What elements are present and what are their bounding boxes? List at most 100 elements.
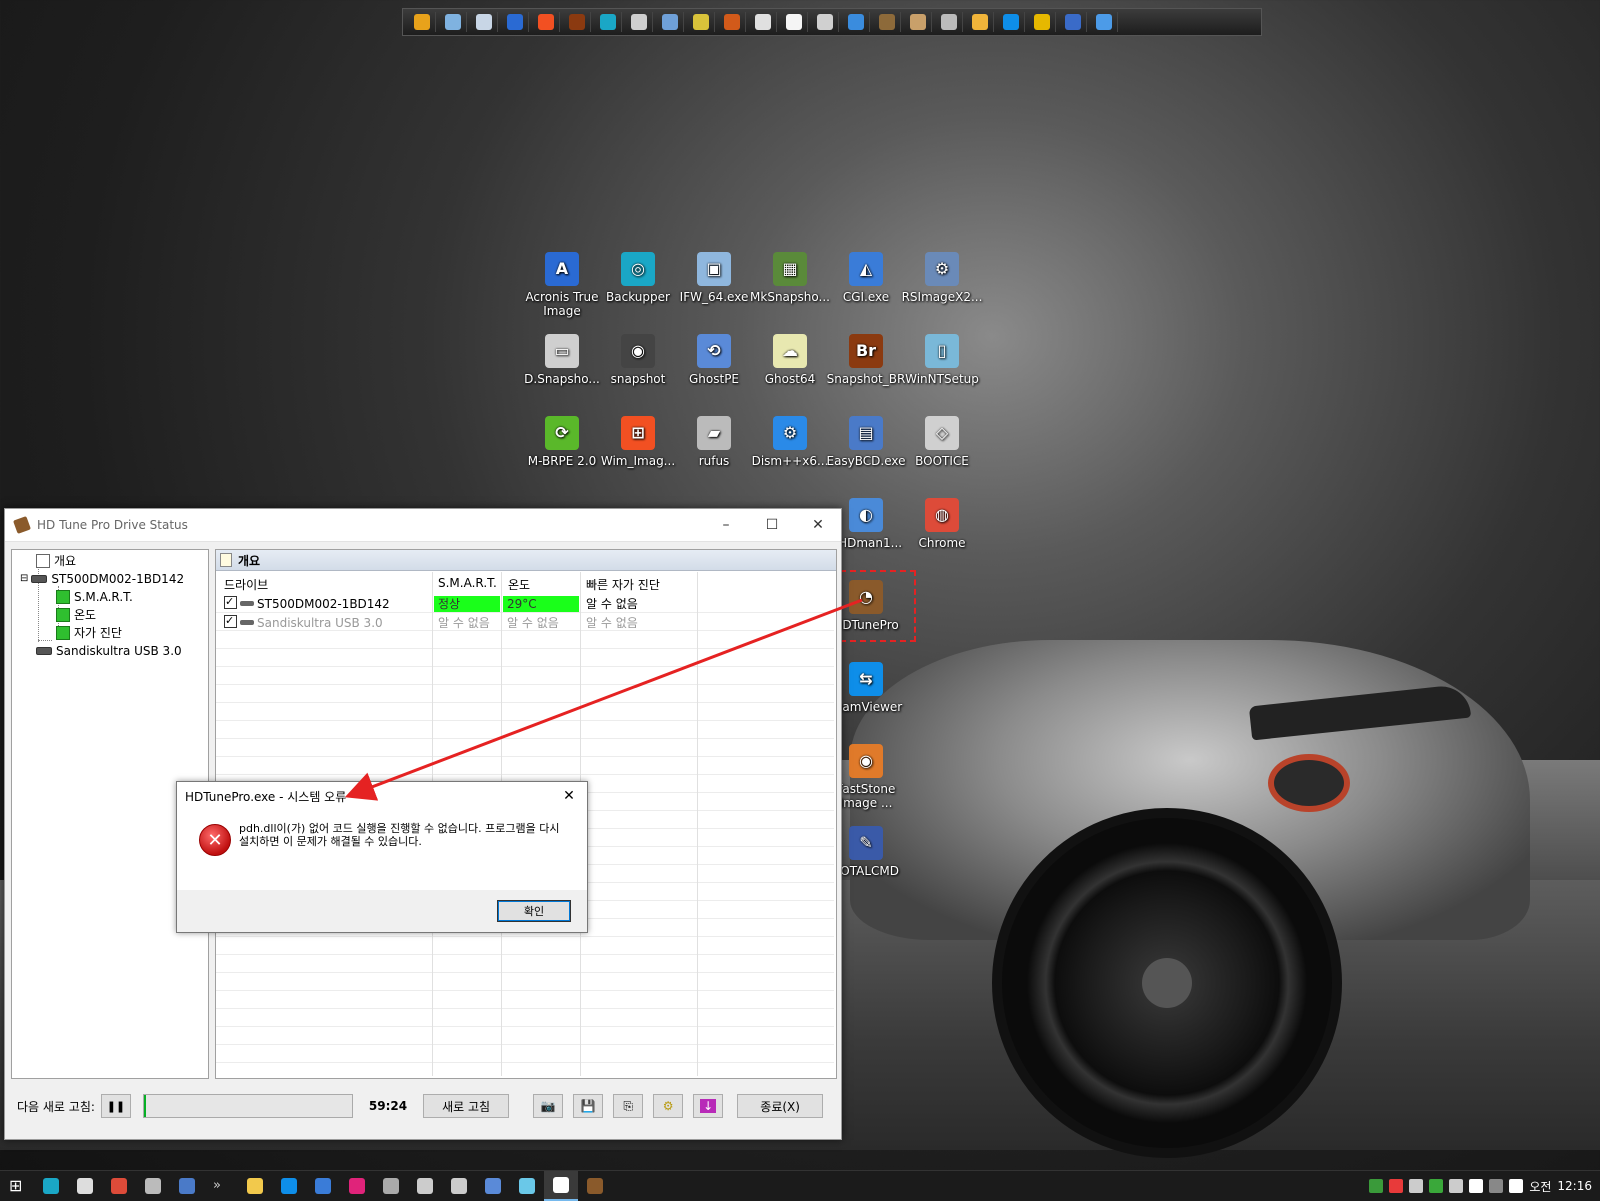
tree-item-overview[interactable]: 개요 — [36, 552, 76, 569]
desktop-icon[interactable]: ▯ WinNTSetup — [900, 334, 984, 386]
color-icon[interactable] — [1389, 1179, 1404, 1193]
quick-launch-item[interactable] — [967, 12, 994, 32]
flag-icon[interactable] — [1429, 1179, 1444, 1193]
table-row[interactable]: ST500DM002-1BD142 — [220, 594, 434, 612]
quick-launch-item[interactable] — [781, 12, 808, 32]
volume-icon[interactable] — [1469, 1179, 1484, 1193]
column-header-quick-test[interactable]: 빠른 자가 진단 — [586, 576, 660, 593]
quick-launch-item[interactable] — [998, 12, 1025, 32]
desktop-icon[interactable]: ☁ Ghost64 — [748, 334, 832, 386]
quick-launch-item[interactable] — [1060, 12, 1087, 32]
options-button[interactable]: ⚙ — [653, 1094, 684, 1118]
taskbar-item[interactable] — [510, 1171, 544, 1201]
desktop-icon[interactable]: ◉ snapshot — [596, 334, 680, 386]
download-button[interactable]: ↓ — [693, 1094, 724, 1118]
taskbar-item[interactable] — [34, 1171, 68, 1201]
tree-item-temperature[interactable]: 온도 — [56, 606, 96, 623]
quick-launch-item[interactable] — [502, 12, 529, 32]
taskbar-item[interactable] — [476, 1171, 510, 1201]
quick-launch-item[interactable] — [471, 12, 498, 32]
quick-launch-item[interactable] — [564, 12, 591, 32]
quick-launch-item[interactable] — [1029, 12, 1056, 32]
save-button[interactable]: 💾 — [573, 1094, 604, 1118]
column-header-temperature[interactable]: 온도 — [508, 576, 530, 593]
taskbar-item[interactable] — [102, 1171, 136, 1201]
drive-checkbox[interactable] — [224, 613, 237, 629]
desktop-icon[interactable]: ▤ EasyBCD.exe — [824, 416, 908, 468]
tree-item-self-test[interactable]: 자가 진단 — [56, 624, 122, 641]
copy-button[interactable]: ⎘ — [613, 1094, 644, 1118]
desktop-icon[interactable]: ⟳ M-BRPE 2.0 — [520, 416, 604, 468]
taskbar-item[interactable]: ⊞ — [0, 1171, 34, 1201]
gpu-icon[interactable] — [1369, 1179, 1384, 1193]
maximize-icon[interactable]: ☐ — [749, 517, 795, 533]
desktop-icon[interactable]: Br Snapshot_BR — [824, 334, 908, 386]
taskbar-item[interactable] — [272, 1171, 306, 1201]
taskbar-item[interactable] — [578, 1171, 612, 1201]
desktop-icon[interactable]: ⚙ RSImageX2... — [900, 252, 984, 304]
refresh-button[interactable]: 새로 고침 — [423, 1094, 510, 1118]
quick-launch-item[interactable] — [750, 12, 777, 32]
close-icon[interactable]: ✕ — [795, 517, 841, 533]
desktop-icon[interactable]: A Acronis True Image — [520, 252, 604, 318]
clock-ampm[interactable]: 오전 — [1529, 1178, 1551, 1195]
desktop-icon[interactable]: ▰ rufus — [672, 416, 756, 468]
quick-launch-item[interactable] — [533, 12, 560, 32]
screenshot-button[interactable]: 📷 — [533, 1094, 564, 1118]
taskbar-item[interactable] — [136, 1171, 170, 1201]
taskbar-item[interactable] — [68, 1171, 102, 1201]
taskbar-item[interactable] — [408, 1171, 442, 1201]
tree-item-st500[interactable]: ⊟ ST500DM002-1BD142 — [20, 570, 184, 587]
quick-launch-item[interactable] — [595, 12, 622, 32]
window-titlebar[interactable]: HD Tune Pro Drive Status – ☐ ✕ — [5, 509, 841, 542]
exit-button[interactable]: 종료(X) — [737, 1094, 824, 1118]
desktop-icon[interactable]: ◇ BOOTICE — [900, 416, 984, 468]
close-icon[interactable]: ✕ — [551, 788, 587, 804]
tree-item-sandisk[interactable]: Sandiskultra USB 3.0 — [36, 642, 182, 659]
close-circle-icon[interactable] — [1489, 1179, 1504, 1193]
taskbar-item[interactable]: » — [204, 1171, 238, 1201]
taskbar-item[interactable] — [340, 1171, 374, 1201]
quick-launch-item[interactable] — [905, 12, 932, 32]
pause-button[interactable]: ❚❚ — [100, 1094, 131, 1118]
quick-launch-item[interactable] — [626, 12, 653, 32]
network-tray-icon[interactable] — [1409, 1179, 1424, 1193]
taskbar-item[interactable] — [170, 1171, 204, 1201]
quick-launch-item[interactable] — [1091, 12, 1118, 32]
quick-launch-item[interactable] — [688, 12, 715, 32]
table-row[interactable]: Sandiskultra USB 3.0 — [220, 613, 434, 631]
quick-launch-item[interactable] — [874, 12, 901, 32]
desktop-icon[interactable]: ◍ Chrome — [900, 498, 984, 550]
desktop-icon[interactable]: ▦ MkSnapsho... — [748, 252, 832, 304]
column-header-drive[interactable]: 드라이브 — [224, 576, 268, 593]
desktop-icon[interactable]: ⟲ GhostPE — [672, 334, 756, 386]
quick-launch-item[interactable] — [657, 12, 684, 32]
desktop-icon[interactable]: ◭ CGI.exe — [824, 252, 908, 304]
tree-item-smart[interactable]: S.M.A.R.T. — [56, 588, 133, 605]
collapse-icon[interactable]: ⊟ — [20, 573, 28, 584]
quick-launch-item[interactable] — [843, 12, 870, 32]
desktop-icon[interactable]: ▭ D.Snapsho... — [520, 334, 604, 386]
usb-tray-icon[interactable] — [1449, 1179, 1464, 1193]
taskbar-item[interactable] — [544, 1171, 578, 1201]
desktop-icon[interactable]: ▣ IFW_64.exe — [672, 252, 756, 304]
drive-checkbox[interactable] — [224, 594, 237, 610]
quick-launch-item[interactable] — [409, 12, 436, 32]
column-header-smart[interactable]: S.M.A.R.T. — [438, 576, 497, 590]
taskbar-item[interactable] — [374, 1171, 408, 1201]
quick-launch-item[interactable] — [936, 12, 963, 32]
quick-launch-item[interactable] — [719, 12, 746, 32]
desktop-icon[interactable]: ◎ Backupper — [596, 252, 680, 304]
clock-time[interactable]: 12:16 — [1557, 1179, 1592, 1193]
ime-icon[interactable] — [1509, 1179, 1524, 1193]
quick-launch-item[interactable] — [812, 12, 839, 32]
taskbar-item[interactable] — [238, 1171, 272, 1201]
minimize-icon[interactable]: – — [703, 517, 749, 533]
quick-launch-item[interactable] — [440, 12, 467, 32]
taskbar-item[interactable] — [442, 1171, 476, 1201]
taskbar-item[interactable] — [306, 1171, 340, 1201]
desktop-icon[interactable]: ⊞ Wim_Imag... — [596, 416, 680, 468]
desktop-icon[interactable]: ⚙ Dism++x6... — [748, 416, 832, 468]
dialog-titlebar[interactable]: HDTunePro.exe - 시스템 오류 ✕ — [177, 782, 587, 810]
ok-button[interactable]: 확인 — [497, 900, 571, 922]
